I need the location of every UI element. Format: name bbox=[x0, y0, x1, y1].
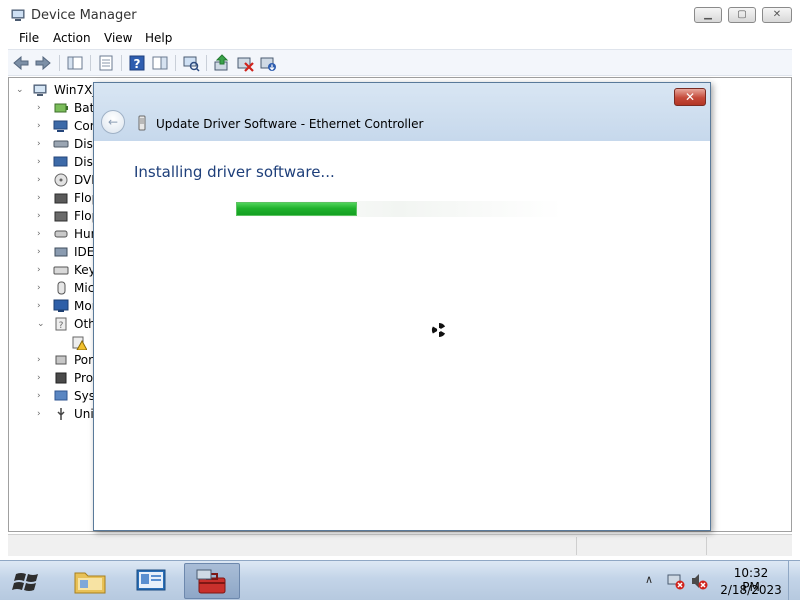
expand-arrow-icon[interactable]: › bbox=[37, 228, 47, 240]
minimize-button[interactable]: ▁ bbox=[694, 7, 722, 23]
taskbar: ∧ 10:32 PM 2/18/2023 bbox=[0, 560, 800, 600]
expand-arrow-icon[interactable]: › bbox=[37, 156, 47, 168]
computer-icon bbox=[33, 84, 47, 96]
status-pane bbox=[706, 537, 792, 555]
action-pane-icon[interactable] bbox=[151, 54, 169, 72]
control-panel-icon bbox=[136, 569, 166, 591]
update-driver-icon[interactable] bbox=[213, 54, 231, 72]
warning-device-icon bbox=[72, 336, 87, 350]
network-error-icon[interactable] bbox=[667, 572, 685, 590]
toolbar-separator bbox=[121, 55, 122, 71]
expand-arrow-icon[interactable]: › bbox=[37, 372, 47, 384]
device-manager-button[interactable] bbox=[184, 563, 240, 599]
clock-date[interactable]: 2/18/2023 bbox=[720, 583, 782, 597]
menu-action[interactable]: Action bbox=[53, 31, 91, 45]
tree-item-label: Mic bbox=[74, 281, 95, 295]
dialog-close-button[interactable]: ✕ bbox=[674, 88, 706, 106]
monitor-icon bbox=[53, 299, 69, 312]
dialog-title: Update Driver Software - Ethernet Contro… bbox=[156, 117, 424, 131]
show-hide-console-tree-icon[interactable] bbox=[66, 54, 84, 72]
disable-device-icon[interactable] bbox=[236, 54, 254, 72]
expand-arrow-icon[interactable]: › bbox=[37, 174, 47, 186]
processor-icon bbox=[55, 372, 67, 384]
show-hidden-icons-icon[interactable]: ∧ bbox=[645, 573, 659, 587]
svg-text:?: ? bbox=[59, 321, 64, 331]
display-adapter-icon bbox=[53, 156, 68, 167]
expand-arrow-icon[interactable]: › bbox=[37, 102, 47, 114]
window-title: Device Manager bbox=[31, 8, 137, 23]
maximize-button[interactable]: ▢ bbox=[728, 7, 756, 23]
toolbar-separator bbox=[206, 55, 207, 71]
menu-view[interactable]: View bbox=[104, 31, 132, 45]
expand-arrow-icon[interactable]: › bbox=[37, 390, 47, 402]
dialog-body: Installing driver software... bbox=[94, 141, 710, 530]
toolbar-separator bbox=[90, 55, 91, 71]
system-devices-icon bbox=[54, 390, 68, 401]
expand-arrow-icon[interactable]: › bbox=[37, 192, 47, 204]
start-button[interactable] bbox=[8, 564, 46, 598]
collapse-arrow-icon[interactable]: ⌄ bbox=[37, 318, 47, 330]
svg-text:?: ? bbox=[134, 57, 141, 71]
busy-cursor-icon bbox=[431, 322, 447, 338]
properties-icon[interactable] bbox=[97, 54, 115, 72]
mouse-icon bbox=[57, 281, 66, 295]
show-desktop-button[interactable] bbox=[788, 561, 800, 600]
computer-icon bbox=[53, 120, 68, 132]
toolbox-icon bbox=[196, 569, 226, 594]
other-devices-icon: ? bbox=[55, 317, 67, 331]
back-arrow-icon[interactable]: ← bbox=[101, 110, 125, 134]
expand-arrow-icon[interactable]: › bbox=[37, 408, 47, 420]
floppy-controller-icon bbox=[54, 193, 68, 204]
expand-arrow-icon[interactable]: › bbox=[37, 210, 47, 222]
menu-file[interactable]: File bbox=[19, 31, 39, 45]
menu-help[interactable]: Help bbox=[145, 31, 172, 45]
tree-root-label: Win7X_ bbox=[54, 83, 99, 97]
expand-arrow-icon[interactable]: › bbox=[37, 264, 47, 276]
title-bar[interactable]: Device Manager ▁ ▢ ✕ bbox=[0, 0, 800, 30]
dvd-drive-icon bbox=[54, 173, 68, 187]
expand-arrow-icon[interactable]: › bbox=[37, 120, 47, 132]
control-panel-button[interactable] bbox=[123, 563, 179, 599]
expand-arrow-icon[interactable]: › bbox=[37, 138, 47, 150]
ide-controller-icon bbox=[54, 247, 68, 257]
close-button[interactable]: ✕ bbox=[762, 7, 792, 23]
scan-hardware-icon[interactable] bbox=[182, 54, 200, 72]
ethernet-controller-icon bbox=[138, 115, 146, 131]
floppy-drive-icon bbox=[54, 211, 68, 222]
status-bar bbox=[8, 534, 792, 556]
toolbar-separator bbox=[59, 55, 60, 71]
expand-arrow-icon[interactable]: › bbox=[37, 246, 47, 258]
menu-bar: File Action View Help bbox=[8, 28, 792, 48]
progress-fill bbox=[236, 202, 357, 216]
status-pane bbox=[576, 537, 706, 555]
hid-icon bbox=[54, 230, 68, 238]
usb-controller-icon bbox=[57, 408, 65, 420]
dialog-title-bar[interactable]: ✕ ← Update Driver Software - Ethernet Co… bbox=[94, 83, 710, 141]
tree-item-label: IDE bbox=[74, 245, 95, 259]
uninstall-device-icon[interactable] bbox=[259, 54, 277, 72]
windows-explorer-button[interactable] bbox=[62, 563, 118, 599]
expand-arrow-icon[interactable]: › bbox=[37, 300, 47, 312]
expand-arrow-icon[interactable]: › bbox=[37, 282, 47, 294]
folder-icon bbox=[74, 572, 106, 594]
disk-drive-icon bbox=[53, 140, 69, 148]
help-icon[interactable]: ? bbox=[128, 54, 146, 72]
back-icon[interactable] bbox=[12, 54, 30, 72]
toolbar: ? bbox=[8, 49, 792, 76]
ports-icon bbox=[55, 355, 67, 365]
keyboard-icon bbox=[53, 266, 69, 275]
device-manager-icon bbox=[11, 9, 25, 21]
installing-heading: Installing driver software... bbox=[134, 163, 335, 181]
forward-icon[interactable] bbox=[34, 54, 52, 72]
volume-muted-icon[interactable] bbox=[690, 572, 708, 590]
progress-bar bbox=[236, 201, 562, 217]
update-driver-dialog: ✕ ← Update Driver Software - Ethernet Co… bbox=[93, 82, 711, 531]
toolbar-separator bbox=[175, 55, 176, 71]
battery-icon bbox=[54, 103, 68, 113]
tree-item-label: Cor bbox=[74, 119, 95, 133]
collapse-arrow-icon[interactable]: ⌄ bbox=[16, 84, 26, 96]
expand-arrow-icon[interactable]: › bbox=[37, 354, 47, 366]
